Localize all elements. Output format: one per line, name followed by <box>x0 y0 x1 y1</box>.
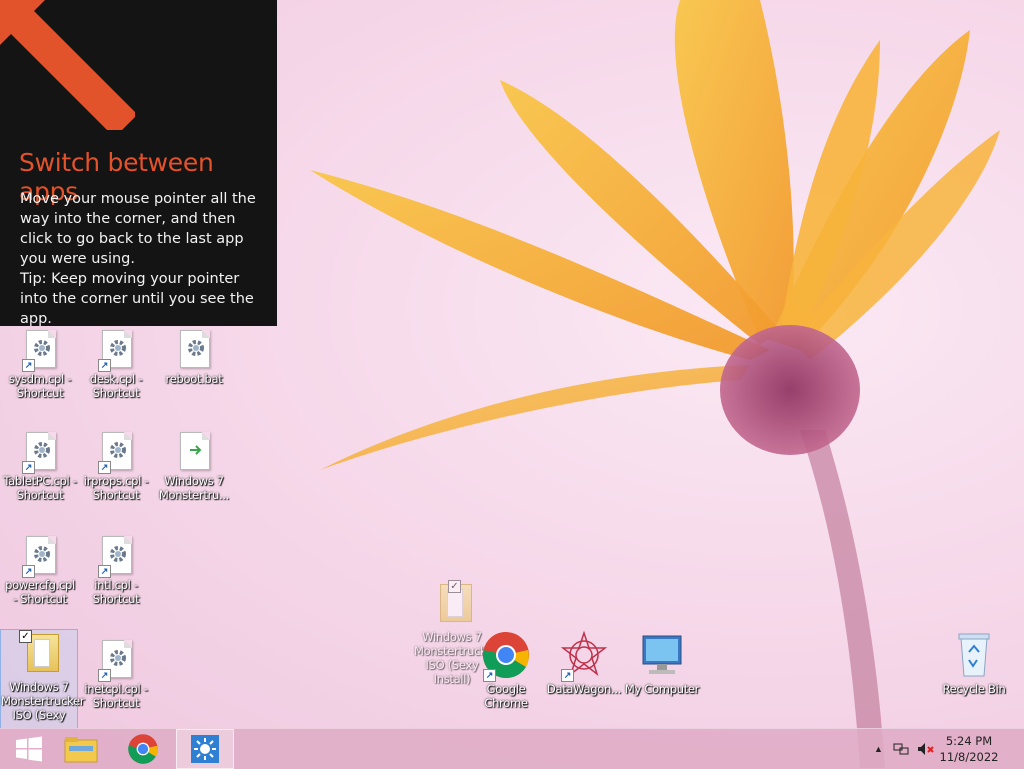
shortcut-arrow-icon: ↗ <box>22 565 35 578</box>
start-button[interactable] <box>0 729 58 769</box>
selection-checkbox[interactable]: ✓ <box>448 580 461 593</box>
shortcut-arrow-icon: ↗ <box>98 669 111 682</box>
network-icon[interactable] <box>893 742 909 756</box>
taskbar-chrome[interactable] <box>114 729 172 769</box>
corner-arrow-icon <box>0 0 135 130</box>
icon-label: Windows 7 Monstertrucker ISO (Sexy <box>1 680 85 722</box>
file-arrow-icon <box>190 445 202 455</box>
icon-label: intl.cpl - Shortcut <box>92 578 140 606</box>
clock[interactable]: 5:24 PM 11/8/2022 <box>934 733 1004 765</box>
icon-label: irprops.cpl - Shortcut <box>83 474 149 502</box>
desktop-icon-tabletpc[interactable]: ↗ TabletPC.cpl - Shortcut <box>2 432 78 502</box>
taskbar-file-explorer[interactable] <box>52 729 110 769</box>
gear-icon <box>34 546 50 562</box>
system-tray: ▲ <box>874 729 935 769</box>
desktop-icon-powercfg[interactable]: ↗ powercfg.cpl - Shortcut <box>2 536 78 606</box>
desktop-icon-sysdm[interactable]: ↗ sysdm.cpl - Shortcut <box>2 330 78 400</box>
gear-icon <box>110 650 126 666</box>
desktop-icon-chrome[interactable]: ↗ Google Chrome <box>468 630 544 710</box>
icon-label: Google Chrome <box>484 682 528 710</box>
icon-label: sysdm.cpl - Shortcut <box>8 372 72 400</box>
tip-body: Move your mouse pointer all the way into… <box>20 189 265 329</box>
icon-label: Recycle Bin <box>942 682 1006 696</box>
gear-icon <box>110 340 126 356</box>
desktop-icon-irprops[interactable]: ↗ irprops.cpl - Shortcut <box>78 432 154 502</box>
chrome-icon <box>128 734 158 764</box>
clock-date: 11/8/2022 <box>939 750 999 764</box>
desktop-icon-win7-folder-selected[interactable]: ✓ Windows 7 Monstertrucker ISO (Sexy <box>0 629 85 729</box>
desktop-icon-datawagon[interactable]: ↗ DataWagon... <box>546 630 622 696</box>
gear-icon <box>34 340 50 356</box>
clock-time: 5:24 PM <box>945 734 993 748</box>
icon-label: inetcpl.cpl - Shortcut <box>84 682 148 710</box>
show-hidden-icons-button[interactable]: ▲ <box>874 744 883 754</box>
icon-label: DataWagon... <box>546 682 622 696</box>
gear-icon <box>110 546 126 562</box>
desktop-icon-recycle-bin[interactable]: Recycle Bin <box>936 630 1012 696</box>
shortcut-arrow-icon: ↗ <box>98 461 111 474</box>
tip-hint: Tip: Keep moving your pointer into the c… <box>20 271 254 327</box>
taskbar-active-app[interactable] <box>176 729 234 769</box>
recycle-bin-icon <box>958 633 990 677</box>
volume-muted-icon[interactable] <box>917 742 935 756</box>
shortcut-arrow-icon: ↗ <box>561 669 574 682</box>
file-explorer-icon <box>64 737 98 763</box>
gear-icon <box>34 442 50 458</box>
shortcut-arrow-icon: ↗ <box>98 359 111 372</box>
shortcut-arrow-icon: ↗ <box>22 359 35 372</box>
desktop-icon-my-computer[interactable]: My Computer <box>624 630 700 696</box>
icon-label: TabletPC.cpl - Shortcut <box>3 474 77 502</box>
tip-instruction: Move your mouse pointer all the way into… <box>20 191 256 267</box>
computer-icon <box>642 635 682 674</box>
icon-label: Windows 7 Monstertru... <box>158 474 230 502</box>
start-icon <box>16 736 42 762</box>
icon-label: My Computer <box>624 682 700 696</box>
switch-apps-tip-panel: Switch between apps Move your mouse poin… <box>0 0 277 329</box>
desktop-icon-desk[interactable]: ↗ desk.cpl - Shortcut <box>78 330 154 400</box>
shortcut-arrow-icon: ↗ <box>483 669 496 682</box>
shortcut-arrow-icon: ↗ <box>98 565 111 578</box>
desktop-icon-reboot[interactable]: reboot.bat <box>156 330 232 386</box>
icon-label: desk.cpl - Shortcut <box>89 372 143 400</box>
desktop-icon-inetcpl[interactable]: ↗ inetcpl.cpl - Shortcut <box>78 640 154 710</box>
desktop-icon-intl[interactable]: ↗ intl.cpl - Shortcut <box>78 536 154 606</box>
shortcut-arrow-icon: ↗ <box>22 461 35 474</box>
active-app-icon <box>191 735 219 763</box>
icon-label: powercfg.cpl - Shortcut <box>5 578 75 606</box>
taskbar: ▲ 5:24 PM 11/8/2022 <box>0 728 1024 769</box>
selection-checkbox[interactable]: ✓ <box>19 630 32 643</box>
desktop-icon-win7-file[interactable]: Windows 7 Monstertru... <box>156 432 232 502</box>
gear-icon <box>110 442 126 458</box>
gear-icon <box>188 340 204 356</box>
icon-label: reboot.bat <box>165 372 223 386</box>
